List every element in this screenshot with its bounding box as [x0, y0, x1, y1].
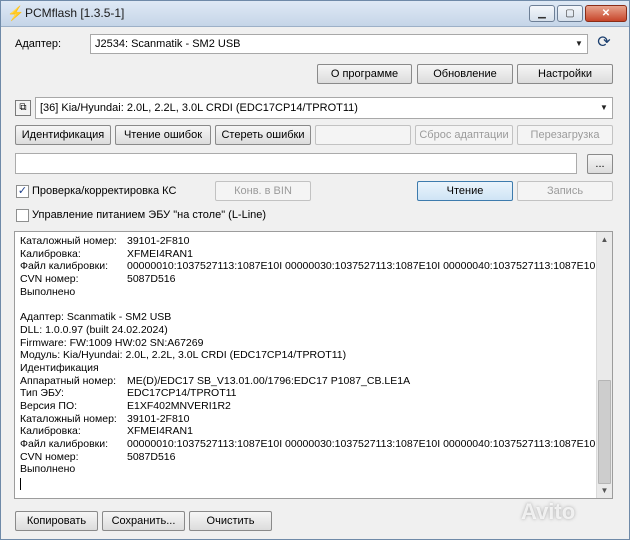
log-line: Файл калибровки: 00000010:1037527113:1087…	[20, 438, 596, 451]
log-value: XFMEI4RAN1	[127, 425, 193, 438]
log-line: CVN номер: 5087D516	[20, 273, 596, 286]
log-line: Выполнено	[20, 286, 596, 299]
close-button[interactable]: ✕	[585, 5, 627, 22]
maximize-button[interactable]: ▢	[557, 5, 583, 22]
log-line: Выполнено	[20, 463, 596, 476]
log-value: ME(D)/EDC17 SB_V13.01.00/1796:EDC17 P108…	[127, 374, 411, 387]
log-value: 5087D516	[127, 273, 176, 286]
log-value: Выполнено	[20, 285, 76, 298]
scroll-up-icon[interactable]: ▲	[597, 232, 612, 247]
log-key: Аппаратный номер:	[20, 374, 117, 387]
log-value: 39101-2F810	[127, 412, 190, 425]
log-line: CVN номер: 5087D516	[20, 451, 596, 464]
log-key: Калибровка:	[20, 247, 81, 260]
scroll-down-icon[interactable]: ▼	[597, 483, 612, 498]
log-value: 00000010:1037527113:1087E10I 00000030:10…	[127, 260, 596, 273]
log-scrollbar[interactable]: ▲ ▼	[596, 232, 612, 498]
title-bar: ⚡ PCMflash [1.3.5-1] ▁ ▢ ✕	[1, 1, 629, 27]
about-button[interactable]: О программе	[317, 64, 412, 84]
copy-button[interactable]: Копировать	[15, 511, 98, 531]
log-line: Тип ЭБУ: EDC17CP14/TPROT11	[20, 387, 596, 400]
adapter-label: Адаптер:	[15, 38, 62, 50]
log-key: Калибровка:	[20, 425, 81, 438]
minimize-button[interactable]: ▁	[529, 5, 555, 22]
clear-button[interactable]: Очистить	[189, 511, 272, 531]
adapter-select[interactable]: J2534: Scanmatik - SM2 USB ▼	[90, 34, 588, 54]
watermark: Avito	[521, 499, 576, 524]
log-value: 39101-2F810	[127, 235, 190, 247]
app-window: ⚡ PCMflash [1.3.5-1] ▁ ▢ ✕ Адаптер: J253…	[0, 0, 630, 540]
log-line: Модуль: Kia/Hyundai: 2.0L, 2.2L, 3.0L CR…	[20, 349, 596, 362]
read-button[interactable]: Чтение	[417, 181, 513, 201]
log-value: XFMEI4RAN1	[127, 247, 193, 260]
log-key: Версия ПО:	[20, 399, 78, 412]
module-select[interactable]: [36] Kia/Hyundai: 2.0L, 2.2L, 3.0L CRDI …	[35, 97, 613, 119]
log-value: Firmware: FW:1009 HW:02 SN:A67269	[20, 336, 204, 349]
log-key: Файл калибровки:	[20, 438, 109, 450]
module-value: [36] Kia/Hyundai: 2.0L, 2.2L, 3.0L CRDI …	[40, 102, 358, 114]
text-caret	[20, 478, 21, 490]
log-output[interactable]: Каталожный номер: 39101-2F810 Калибровка: X…	[14, 231, 613, 499]
log-key: Каталожный номер:	[20, 235, 117, 247]
log-value: Модуль: Kia/Hyundai: 2.0L, 2.2L, 3.0L CR…	[20, 349, 347, 362]
log-line: Калибровка: XFMEI4RAN1	[20, 248, 596, 261]
log-key: Тип ЭБУ:	[20, 387, 64, 400]
convert-bin-button[interactable]: Конв. в BIN	[215, 181, 311, 201]
windows-icon[interactable]: ⧉	[15, 100, 31, 116]
log-line: Файл калибровки: 00000010:1037527113:1087…	[20, 260, 596, 273]
lightning-icon: ⚡	[7, 5, 25, 21]
checksum-label: Проверка/корректировка КС	[32, 185, 177, 197]
log-key: Файл калибровки:	[20, 260, 109, 273]
window-title: PCMflash [1.3.5-1]	[25, 6, 125, 20]
scroll-thumb[interactable]	[598, 380, 611, 484]
file-path-input[interactable]	[15, 153, 577, 174]
log-line: Каталожный номер: 39101-2F810	[20, 235, 596, 248]
power-checkbox[interactable]	[16, 209, 29, 222]
log-value: EDC17CP14/TPROT11	[127, 387, 237, 400]
log-value: Адаптер: Scanmatik - SM2 USB	[20, 311, 172, 324]
chevron-down-icon[interactable]: ▼	[596, 98, 612, 118]
log-value: DLL: 1.0.0.97 (built 24.02.2024)	[20, 323, 168, 336]
log-value: 5087D516	[127, 450, 176, 463]
adapter-value: J2534: Scanmatik - SM2 USB	[95, 38, 241, 50]
clear-errors-button[interactable]: Стереть ошибки	[215, 125, 311, 145]
settings-button[interactable]: Настройки	[517, 64, 613, 84]
log-value: E1XF402MNVERI1R2	[127, 399, 231, 412]
update-button[interactable]: Обновление	[417, 64, 513, 84]
log-line: Калибровка: XFMEI4RAN1	[20, 425, 596, 438]
log-line: Версия ПО: E1XF402MNVERI1R2	[20, 400, 596, 413]
checksum-checkbox[interactable]: ✓	[16, 185, 29, 198]
log-value: Выполнено	[20, 463, 76, 476]
log-line: Аппаратный номер: ME(D)/EDC17 SB_V13.01.0…	[20, 375, 596, 388]
refresh-icon[interactable]: ⟳	[595, 34, 613, 52]
log-key: CVN номер:	[20, 273, 79, 286]
log-content: Каталожный номер: 39101-2F810 Калибровка: X…	[20, 235, 596, 476]
read-errors-button[interactable]: Чтение ошибок	[115, 125, 211, 145]
chevron-down-icon[interactable]: ▼	[571, 35, 587, 53]
blank-button[interactable]	[315, 125, 411, 145]
identify-button[interactable]: Идентификация	[15, 125, 111, 145]
log-line: Идентификация	[20, 362, 596, 375]
write-button[interactable]: Запись	[517, 181, 613, 201]
browse-button[interactable]: ...	[587, 154, 613, 174]
log-line: Каталожный номер: 39101-2F810	[20, 413, 596, 426]
log-line: Firmware: FW:1009 HW:02 SN:A67269	[20, 337, 596, 350]
log-value: Идентификация	[20, 361, 99, 374]
reboot-button[interactable]: Перезагрузка	[517, 125, 613, 145]
log-key: CVN номер:	[20, 450, 79, 463]
save-button[interactable]: Сохранить...	[102, 511, 185, 531]
log-line: DLL: 1.0.0.97 (built 24.02.2024)	[20, 324, 596, 337]
log-value: 00000010:1037527113:1087E10I 00000030:10…	[127, 438, 596, 450]
power-label: Управление питанием ЭБУ "на столе" (L-Li…	[32, 209, 267, 221]
log-key: Каталожный номер:	[20, 412, 117, 425]
reset-adaptation-button[interactable]: Сброс адаптации	[415, 125, 513, 145]
log-line: Адаптер: Scanmatik - SM2 USB	[20, 311, 596, 324]
